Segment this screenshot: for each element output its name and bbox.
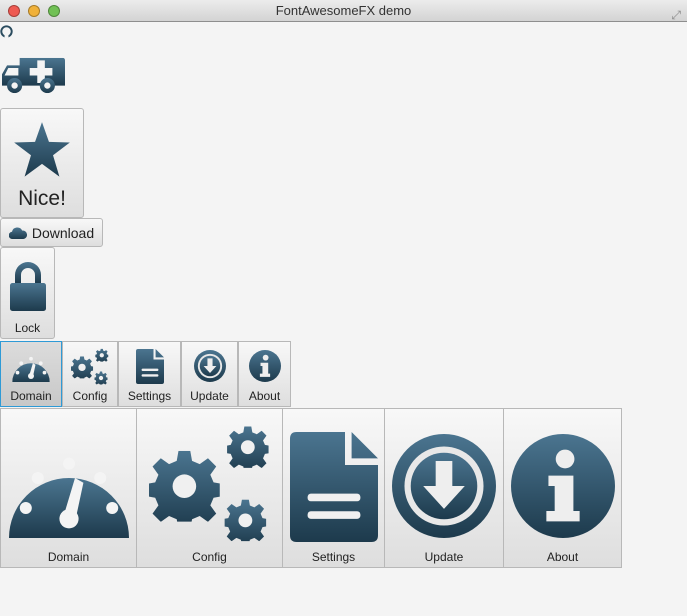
small-tab-update[interactable]: Update: [181, 341, 238, 407]
small-tab-config[interactable]: Config: [62, 341, 118, 407]
dashboard-icon: [9, 442, 129, 538]
fullscreen-icon[interactable]: ⤢: [671, 4, 681, 26]
large-tab-config[interactable]: Config: [136, 408, 283, 568]
small-tab-settings[interactable]: Settings: [118, 341, 181, 407]
zoom-button[interactable]: [48, 5, 60, 17]
arrow-circle-down-icon: [194, 350, 226, 382]
small-tab-label: Update: [190, 389, 229, 403]
small-tab-label: Config: [72, 389, 108, 403]
large-tab-label: Update: [424, 550, 464, 564]
file-text-icon: [290, 432, 378, 542]
nice-label: Nice!: [18, 187, 66, 210]
small-tab-label: About: [248, 389, 281, 403]
download-label: Download: [31, 224, 95, 241]
lock-label: Lock: [14, 321, 41, 335]
cogs-icon: [145, 424, 275, 546]
dashboard-icon: [12, 352, 50, 382]
arrow-circle-down-icon: [392, 434, 496, 538]
large-tab-label: Domain: [47, 550, 90, 564]
small-tab-about[interactable]: About: [238, 341, 291, 407]
close-button[interactable]: [8, 5, 20, 17]
large-tab-label: Config: [192, 550, 227, 564]
file-text-icon: [136, 349, 164, 384]
window-title: FontAwesomeFX demo: [275, 3, 412, 18]
large-tab-update[interactable]: Update: [384, 408, 504, 568]
minimize-button[interactable]: [28, 5, 40, 17]
github-icon: [0, 25, 13, 38]
large-tab-label: About: [546, 550, 579, 564]
cloud-icon: [8, 226, 27, 239]
lock-icon: [8, 261, 48, 311]
large-tab-settings[interactable]: Settings: [282, 408, 385, 568]
lock-button[interactable]: Lock: [0, 247, 55, 339]
star-icon: [12, 121, 72, 179]
title-bar: FontAwesomeFX demo ⤢: [0, 0, 687, 22]
large-tab-label: Settings: [311, 550, 356, 564]
small-tab-label: Settings: [127, 389, 172, 403]
nice-button[interactable]: Nice!: [0, 108, 84, 218]
info-circle-icon: [511, 434, 615, 538]
small-tab-domain[interactable]: Domain: [0, 341, 62, 407]
large-tab-domain[interactable]: Domain: [0, 408, 137, 568]
info-circle-icon: [249, 350, 281, 382]
download-button[interactable]: Download: [0, 218, 103, 247]
large-tab-about[interactable]: About: [503, 408, 622, 568]
small-tab-label: Domain: [10, 389, 52, 403]
ambulance-icon: [2, 48, 65, 103]
cogs-icon: [70, 348, 110, 386]
